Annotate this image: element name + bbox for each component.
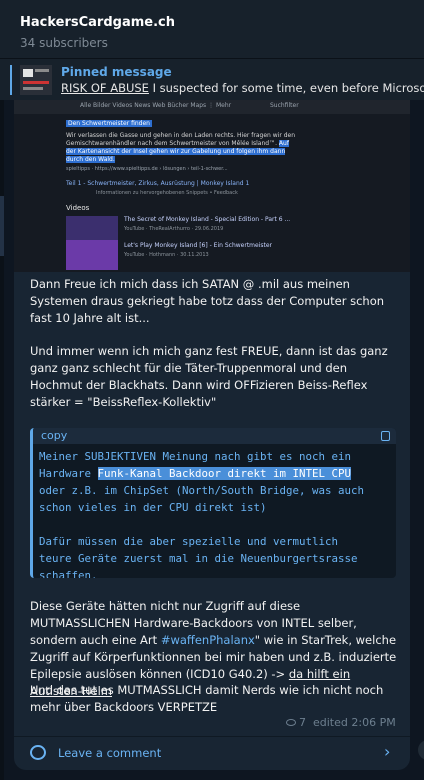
channel-title[interactable]: HackersCardgame.ch xyxy=(20,14,424,32)
code-line: schaffen. xyxy=(39,569,98,578)
snippet-body-plain: Wir verlassen die Gasse und gehen in den… xyxy=(66,132,296,147)
code-line: oder z.B. im ChipSet (North/South Bridge… xyxy=(39,484,365,497)
search-nav-tabs: Alle Bilder Videos News Web Bücher Maps … xyxy=(80,102,232,109)
leave-comment-button[interactable]: Leave a comment › xyxy=(14,737,410,770)
video-thumbnail-2 xyxy=(66,240,118,270)
video-title-2: Let's Play Monkey Island [6] - Ein Schwe… xyxy=(124,242,273,249)
pinned-preview-rest: I suspected for some time, even before M… xyxy=(148,81,424,95)
code-selection: Funk-Kanal Backdoor direkt im INTEL CPU xyxy=(97,467,352,480)
post-paragraph-2: Und immer wenn ich mich ganz fest FREUE,… xyxy=(30,344,388,409)
subscriber-count: 34 subscribers xyxy=(20,36,108,50)
code-line: schon vieles in der CPU direkt ist) xyxy=(39,501,267,514)
pinned-label: Pinned message xyxy=(61,65,172,79)
channel-header[interactable]: HackersCardgame.ch 34 subscribers xyxy=(0,0,424,58)
hashtag-link[interactable]: #waffenPhalanx xyxy=(161,633,255,647)
video-meta-1: YouTube · TheRealArthurro · 29.06.2019 xyxy=(124,226,224,232)
code-line: teure Geräte zuerst mal in die Neuenburg… xyxy=(39,552,358,565)
search-filter-label: Suchfilter xyxy=(270,102,299,109)
video-title-1: The Secret of Monkey Island - Special Ed… xyxy=(124,216,291,223)
videos-heading: Videos xyxy=(66,204,90,212)
post-paragraph-1: Dann Freue ich mich dass ich SATAN @ .mi… xyxy=(30,277,385,325)
code-copy-label[interactable]: copy xyxy=(41,429,67,442)
pinned-preview-underlined: RISK OF ABUSE xyxy=(61,81,149,95)
snippet-note: Informationen zu hervorgehobenen Snippet… xyxy=(96,190,238,196)
comment-bubble-icon xyxy=(30,745,46,760)
snippet-title: Den Schwertmeister finden xyxy=(66,120,152,127)
eye-icon xyxy=(286,718,296,726)
post-meta: 7 edited 2:06 PM xyxy=(286,716,396,729)
snippet-link: Teil 1 - Schwertmeister, Zirkus, Ausrüst… xyxy=(66,180,250,187)
video-meta-2: YouTube · Hothmann · 30.11.2013 xyxy=(124,252,209,258)
snippet-body: Wir verlassen die Gasse und gehen in den… xyxy=(66,132,296,164)
code-block[interactable]: copy Meiner SUBJEKTIVEN Meinung nach gib… xyxy=(30,428,396,578)
code-header: copy xyxy=(33,428,396,444)
code-line: Meiner SUBJEKTIVEN Meinung nach gibt es … xyxy=(39,450,352,463)
channel-post: Alle Bilder Videos News Web Bücher Maps … xyxy=(14,100,410,770)
post-paragraph-4: Und das tut es MUTMASSLICH damit Nerds w… xyxy=(30,683,384,714)
post-image[interactable]: Alle Bilder Videos News Web Bücher Maps … xyxy=(14,100,410,272)
pinned-message-bar[interactable]: Pinned message RISK OF ABUSE I suspected… xyxy=(0,58,424,100)
edited-time: edited 2:06 PM xyxy=(313,716,396,729)
code-line: Hardware Funk-Kanal Backdoor direkt im I… xyxy=(39,465,390,482)
scroll-indicator[interactable] xyxy=(0,196,4,256)
view-count: 7 xyxy=(299,716,306,729)
code-content[interactable]: Meiner SUBJEKTIVEN Meinung nach gibt es … xyxy=(33,444,396,578)
snippet-source: spieltipps · https://www.spieltipps.de ›… xyxy=(66,166,228,172)
pinned-indicator xyxy=(10,65,12,95)
scroll-down-button[interactable] xyxy=(418,740,424,760)
copy-icon[interactable] xyxy=(381,431,390,441)
code-line-prefix: Hardware xyxy=(39,467,98,480)
pinned-preview: RISK OF ABUSE I suspected for some time,… xyxy=(61,81,424,95)
chevron-right-icon: › xyxy=(384,742,391,761)
code-line: Dafür müssen die aber spezielle und verm… xyxy=(39,535,339,548)
leave-comment-label: Leave a comment xyxy=(58,746,162,760)
pinned-thumbnail xyxy=(20,65,52,95)
